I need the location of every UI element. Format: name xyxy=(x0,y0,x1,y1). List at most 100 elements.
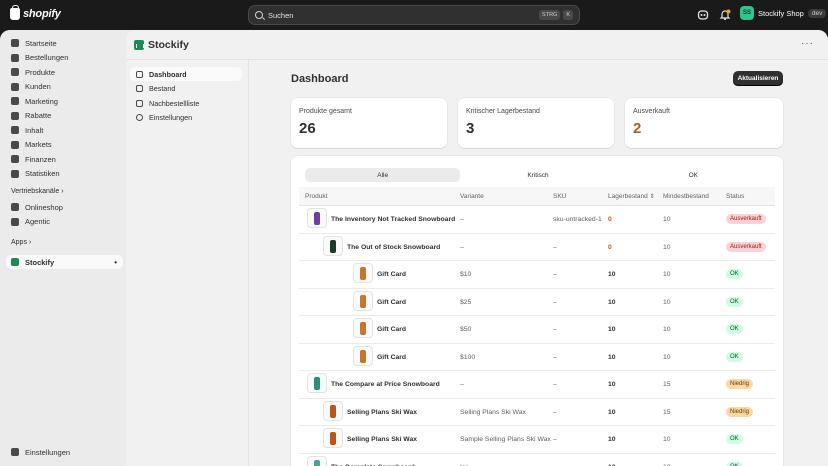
shopify-logo[interactable]: shopify xyxy=(10,5,61,20)
sidebar-item-label: Kunden xyxy=(25,82,51,91)
database-icon xyxy=(136,85,143,92)
content-icon xyxy=(11,126,19,134)
table-row[interactable]: Gift Card $50 – 10 10 OK xyxy=(299,316,775,344)
status-badge: OK xyxy=(726,296,743,307)
product-name[interactable]: Gift Card xyxy=(377,354,406,361)
product-name[interactable]: Selling Plans Ski Wax xyxy=(347,409,417,416)
sidebar-item-agentic[interactable]: Agentic xyxy=(6,215,123,229)
min-stock-cell: 10 xyxy=(663,326,671,333)
table-row[interactable]: Gift Card $25 – 10 10 OK xyxy=(299,289,775,316)
sidebar-item-bestellungen[interactable]: Bestellungen xyxy=(6,51,123,65)
bell-icon[interactable] xyxy=(719,9,731,21)
sku-cell: – xyxy=(553,353,557,361)
sidebar-item-rabatte[interactable]: Rabatte xyxy=(6,109,123,123)
apps-heading[interactable]: Apps › xyxy=(11,239,31,246)
table-row[interactable]: The Inventory Not Tracked Snowboard – sku-… xyxy=(299,206,775,234)
min-stock-cell: 10 xyxy=(663,353,671,361)
product-thumbnail xyxy=(353,345,373,366)
column-header-status[interactable]: Status xyxy=(726,193,744,200)
inventory-table-card: Alle Kritisch OK Produkt Variante SKU La… xyxy=(291,156,783,466)
list-icon xyxy=(136,99,143,107)
column-header-produkt[interactable]: Produkt xyxy=(305,193,327,200)
product-name[interactable]: Gift Card xyxy=(377,271,406,278)
status-badge: OK xyxy=(726,324,743,334)
apps-label: Apps xyxy=(11,239,27,246)
admin-shell: Startseite Bestellungen Produkte Kunden … xyxy=(0,30,828,466)
table-row[interactable]: Gift Card $10 – 10 10 OK xyxy=(299,261,775,289)
tab-ok[interactable]: OK xyxy=(616,168,771,182)
tag-icon xyxy=(11,68,19,76)
sidebar-item-settings[interactable]: Einstellungen xyxy=(6,445,123,459)
sidebar-item-finanzen[interactable]: Finanzen xyxy=(6,152,123,166)
product-thumbnail xyxy=(323,235,343,256)
refresh-button[interactable]: Aktualisieren xyxy=(733,71,783,86)
product-name[interactable]: Gift Card xyxy=(377,299,406,306)
table-header: Produkt Variante SKU Lagerbestand ⇕ Minde… xyxy=(299,187,775,206)
subnav-nachbestellliste[interactable]: Nachbestellliste xyxy=(130,96,242,110)
column-header-mindestbestand[interactable]: Mindestbestand xyxy=(663,193,709,200)
sidebar-item-label: Rabatte xyxy=(25,111,52,120)
sidebar-item-markets[interactable]: Markets xyxy=(6,138,123,152)
tab-alle[interactable]: Alle xyxy=(305,168,461,182)
table-row[interactable]: The Complete SnowboardIce–1010OK xyxy=(299,454,775,466)
shopify-bag-icon xyxy=(10,5,20,20)
sku-cell: – xyxy=(553,326,557,333)
column-header-lagerbestand[interactable]: Lagerbestand ⇕ xyxy=(608,193,655,200)
sales-channels-heading[interactable]: Vertriebskanäle › xyxy=(11,188,64,195)
sidebar-item-onlineshop[interactable]: Onlineshop xyxy=(6,200,123,214)
sidebar-item-label: Startseite xyxy=(25,38,57,48)
variant-cell: – xyxy=(460,381,464,388)
sidebar-item-label: Markets xyxy=(25,140,52,149)
sidebar-item-label: Bestellungen xyxy=(25,53,69,62)
subnav-bestand[interactable]: Bestand xyxy=(130,82,242,96)
subnav-dashboard[interactable]: Dashboard xyxy=(130,67,242,81)
table-row[interactable]: The Compare at Price Snowboard – – 10 15 Nied… xyxy=(299,371,775,399)
product-name[interactable]: The Inventory Not Tracked Snowboard xyxy=(331,216,455,223)
min-stock-cell: 15 xyxy=(663,381,671,388)
table-row[interactable]: Selling Plans Ski Wax Selling Plans Ski W… xyxy=(299,399,775,426)
product-image xyxy=(330,239,336,253)
stock-cell: 0 xyxy=(608,216,612,223)
sidebar-item-label: Einstellungen xyxy=(25,447,71,457)
more-dot-icon[interactable]: • xyxy=(114,258,117,267)
table-row[interactable]: Gift Card $100 – 10 10 OK xyxy=(299,344,775,371)
product-thumbnail xyxy=(323,428,343,448)
product-name[interactable]: Selling Plans Ski Wax xyxy=(347,436,417,443)
tab-kritisch[interactable]: Kritisch xyxy=(460,168,615,182)
sidebar-item-startseite[interactable]: Startseite xyxy=(6,36,123,50)
product-thumbnail xyxy=(353,263,373,283)
sidebar-item-label: Onlineshop xyxy=(25,202,63,212)
sidebar-item-stockify[interactable]: Stockify • xyxy=(6,255,123,269)
sidebar-item-kunden[interactable]: Kunden xyxy=(6,80,123,94)
sku-cell: – xyxy=(553,243,557,251)
store-menu-button[interactable]: SS Stockify Shop dev xyxy=(740,6,827,20)
more-actions-icon[interactable]: ··· xyxy=(801,38,814,49)
product-name[interactable]: Gift Card xyxy=(377,326,406,333)
status-badge: OK xyxy=(726,351,743,362)
product-name[interactable]: The Compare at Price Snowboard xyxy=(331,381,440,388)
column-header-variante[interactable]: Variante xyxy=(460,193,484,200)
subnav-label: Einstellungen xyxy=(149,113,193,122)
home-icon xyxy=(136,70,143,78)
sku-cell: sku-untracked-1 xyxy=(553,216,602,223)
sidebar-item-statistiken[interactable]: Statistiken xyxy=(6,167,123,181)
sidekick-icon[interactable] xyxy=(697,9,709,21)
table-row[interactable]: Selling Plans Ski Wax Sample Selling Plan… xyxy=(299,426,775,454)
search-bar[interactable]: Suchen STRG K xyxy=(248,5,580,25)
product-image xyxy=(314,212,320,225)
sidebar-item-produkte[interactable]: Produkte xyxy=(6,65,123,79)
store-icon xyxy=(11,203,19,211)
sidebar-item-inhalt[interactable]: Inhalt xyxy=(6,123,123,137)
product-name[interactable]: The Out of Stock Snowboard xyxy=(347,244,440,251)
min-stock-cell: 15 xyxy=(663,408,671,416)
subnav-einstellungen[interactable]: Einstellungen xyxy=(130,111,242,125)
sidebar-item-marketing[interactable]: Marketing xyxy=(6,94,123,108)
column-header-sku[interactable]: SKU xyxy=(553,193,566,200)
globe-icon xyxy=(11,140,19,149)
product-image xyxy=(360,267,366,280)
stock-cell: 10 xyxy=(608,381,616,388)
table-row[interactable]: The Out of Stock Snowboard – – 0 10 Ausverkau… xyxy=(299,234,775,261)
store-name: Stockify Shop xyxy=(758,8,804,18)
filter-tabs: Alle Kritisch OK xyxy=(305,168,771,182)
min-stock-cell: 10 xyxy=(663,436,671,443)
